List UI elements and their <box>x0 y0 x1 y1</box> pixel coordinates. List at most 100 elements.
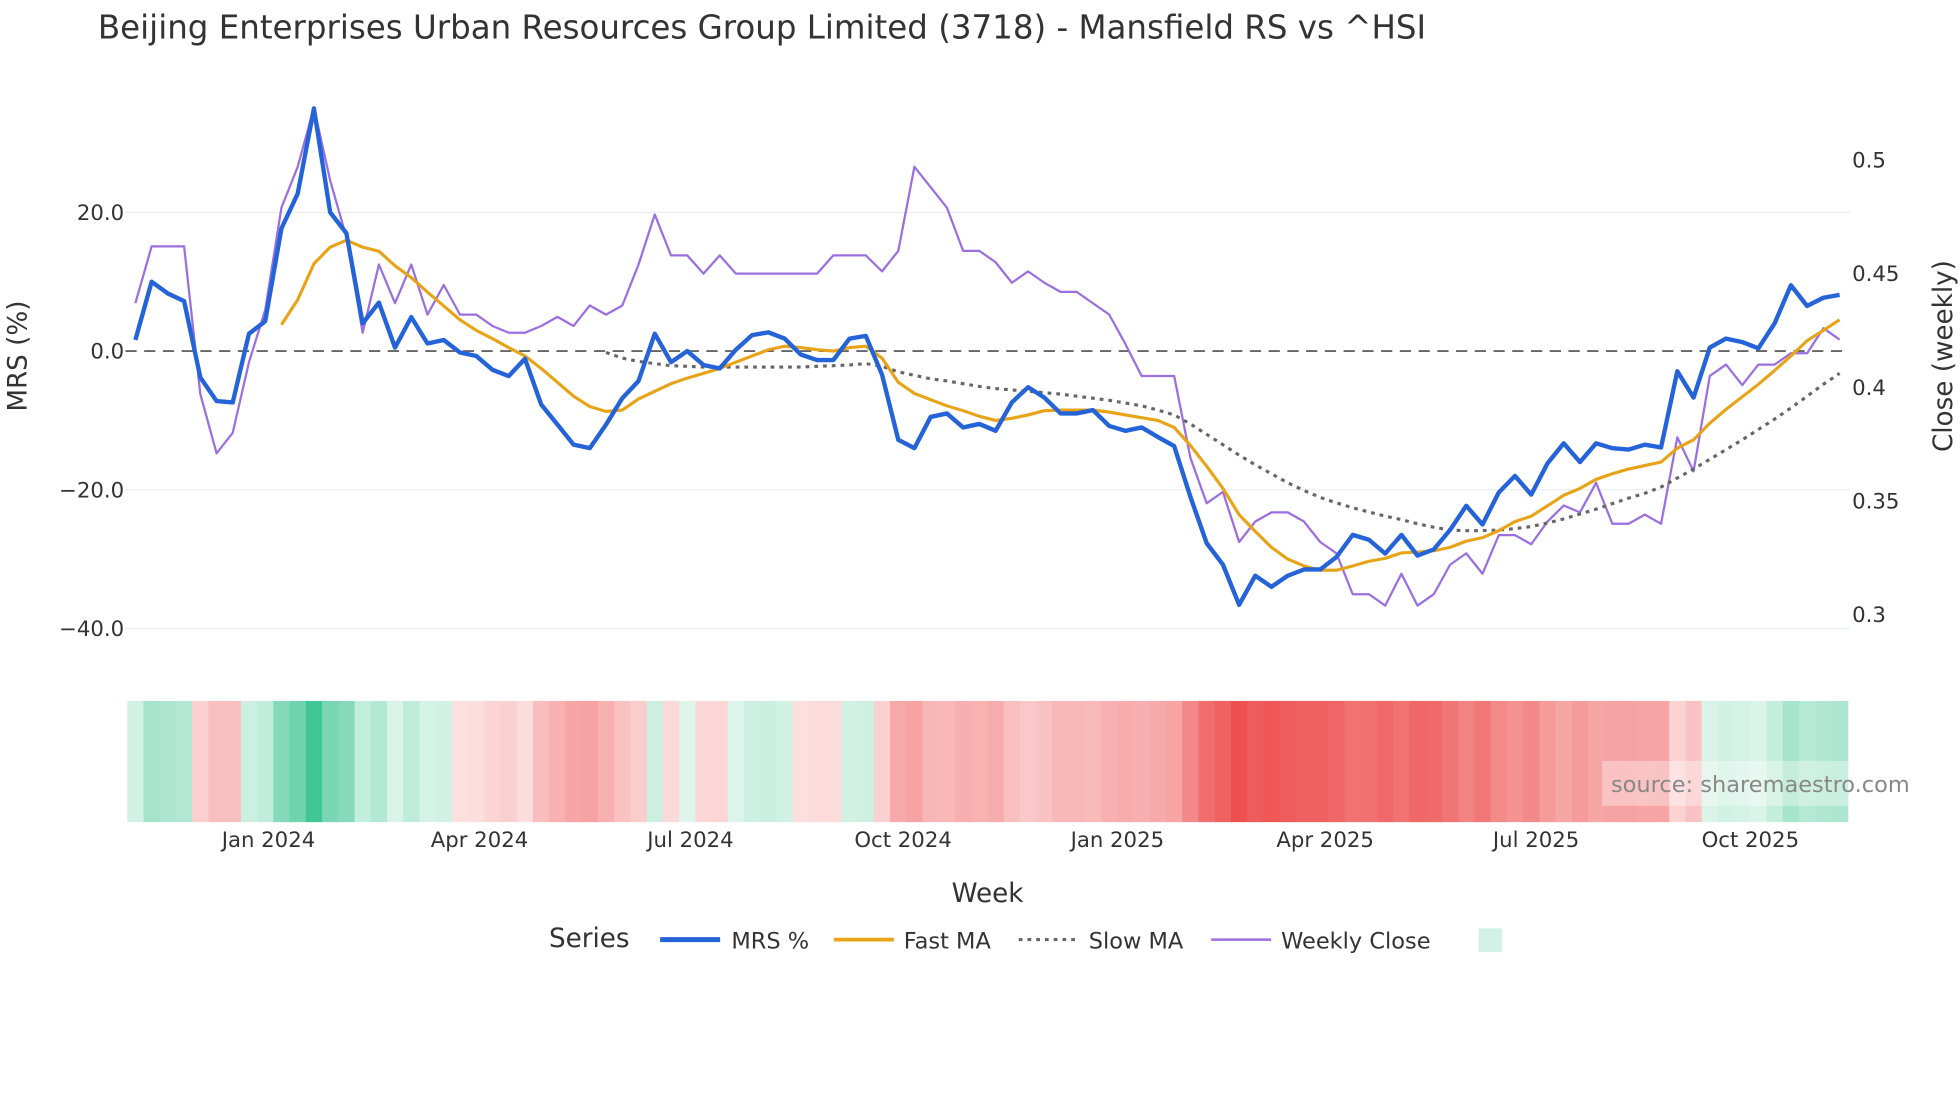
heatmap-cell <box>1474 700 1492 823</box>
heatmap-cell <box>597 700 615 823</box>
heatmap-cell <box>1344 700 1362 823</box>
heatmap-cell <box>533 700 550 823</box>
heatmap-cell <box>662 700 680 823</box>
x-tick-label: Apr 2025 <box>1276 828 1374 853</box>
series-line-slow <box>605 350 1841 533</box>
heatmap-cell <box>484 700 502 823</box>
series-line-mrs <box>133 106 1840 608</box>
heatmap-cell <box>549 700 567 823</box>
heatmap-cell <box>403 700 421 823</box>
heatmap-cell <box>630 700 648 823</box>
y2-tick-label: 0.4 <box>1852 376 1886 401</box>
heatmap-cell <box>435 700 453 823</box>
heatmap-cell <box>1360 700 1378 823</box>
x-axis-title: Week <box>952 879 1025 909</box>
x-tick-label: Apr 2024 <box>431 828 529 853</box>
series-line-close <box>134 106 1841 607</box>
y2-tick-label: 0.45 <box>1852 262 1899 287</box>
heatmap-cell <box>1117 700 1135 823</box>
chart-title: Beijing Enterprises Urban Resources Grou… <box>98 9 1426 47</box>
heatmap-cell <box>1409 700 1427 823</box>
legend-label-close[interactable]: Weekly Close <box>1281 928 1430 954</box>
heatmap-cell <box>1149 700 1167 823</box>
heatmap-cell <box>1068 700 1086 823</box>
heatmap-cell <box>500 700 518 823</box>
heatmap-cell <box>338 700 356 823</box>
legend-label-fast[interactable]: Fast MA <box>904 928 992 954</box>
heatmap-cell <box>175 700 193 823</box>
heatmap-cell <box>1555 700 1573 823</box>
x-tick-label: Jul 2025 <box>1491 828 1579 853</box>
legend-label-mrs[interactable]: MRS % <box>731 928 809 954</box>
legend-label-slow[interactable]: Slow MA <box>1089 928 1184 954</box>
x-tick-label: Jan 2024 <box>220 828 316 853</box>
x-tick-label: Jan 2025 <box>1069 828 1165 853</box>
heatmap-cell <box>305 700 323 823</box>
y2-tick-label: 0.35 <box>1852 490 1899 515</box>
y-tick-label: 20.0 <box>77 201 124 226</box>
heatmap-cell <box>1377 700 1394 823</box>
heatmap-cell <box>1084 700 1102 823</box>
heatmap-cell <box>208 700 226 823</box>
x-tick-label: Oct 2024 <box>854 828 952 853</box>
mrs-chart: Beijing Enterprises Urban Resources Grou… <box>4 9 1959 955</box>
heatmap-cell <box>1166 700 1183 823</box>
heatmap-cell <box>922 700 940 823</box>
heatmap-cell <box>289 700 307 823</box>
source-label: source: sharemaestro.com <box>1611 772 1910 798</box>
heatmap-cell <box>825 700 843 823</box>
heatmap-cell <box>1101 700 1118 823</box>
heatmap-cell <box>906 700 924 823</box>
heatmap-cell <box>516 700 534 823</box>
heatmap-cell <box>727 700 745 823</box>
heatmap-cell <box>1263 700 1281 823</box>
heatmap-cell <box>1036 700 1054 823</box>
legend-title: Series <box>549 924 630 954</box>
heatmap-cell <box>744 700 761 823</box>
series-lines <box>133 106 1841 608</box>
heatmap-cell <box>1425 700 1443 823</box>
heatmap-cell <box>257 700 274 823</box>
heatmap-cell <box>240 700 258 823</box>
legend-swatch-heatmap[interactable] <box>1478 928 1503 953</box>
heatmap-cell <box>451 700 469 823</box>
heatmap-cell <box>841 700 859 823</box>
heatmap-cell <box>971 700 989 823</box>
x-tick-label: Oct 2025 <box>1702 828 1800 853</box>
heatmap-cell <box>224 700 242 823</box>
heatmap-cell <box>1182 700 1200 823</box>
heatmap-cell <box>322 700 339 823</box>
heatmap-cell <box>127 700 145 823</box>
heatmap-cell <box>808 700 826 823</box>
heatmap-cell <box>1230 700 1248 823</box>
heatmap-cell <box>419 700 437 823</box>
y-axis-title: MRS (%) <box>4 300 34 411</box>
y-tick-label: −40.0 <box>59 617 124 642</box>
heatmap-cell <box>792 700 810 823</box>
heatmap-cell <box>890 700 907 823</box>
heatmap-cell <box>1214 700 1232 823</box>
heatmap-cell <box>1523 700 1540 823</box>
heatmap-cell <box>1441 700 1459 823</box>
heatmap-cell <box>565 700 583 823</box>
heatmap-cell <box>370 700 388 823</box>
heatmap-cell <box>1279 700 1297 823</box>
heatmap-strip <box>127 700 1849 823</box>
heatmap-cell <box>679 700 696 823</box>
heatmap-cell <box>143 700 161 823</box>
y2-axis-title: Close (weekly) <box>1929 260 1959 452</box>
heatmap-cell <box>873 700 891 823</box>
y-tick-label: 0.0 <box>90 340 124 365</box>
heatmap-cell <box>159 700 177 823</box>
heatmap-cell <box>1003 700 1021 823</box>
legend: Series MRS % Fast MA Slow MA Weekly Clos… <box>549 924 1503 954</box>
y2-tick-label: 0.3 <box>1852 603 1886 628</box>
heatmap-cell <box>1328 700 1346 823</box>
heatmap-cell <box>955 700 972 823</box>
heatmap-cell <box>1295 700 1313 823</box>
heatmap-cell <box>1393 700 1411 823</box>
heatmap-cell <box>273 700 291 823</box>
heatmap-cell <box>1019 700 1037 823</box>
y2-tick-label: 0.5 <box>1852 148 1886 173</box>
heatmap-cell <box>1133 700 1151 823</box>
